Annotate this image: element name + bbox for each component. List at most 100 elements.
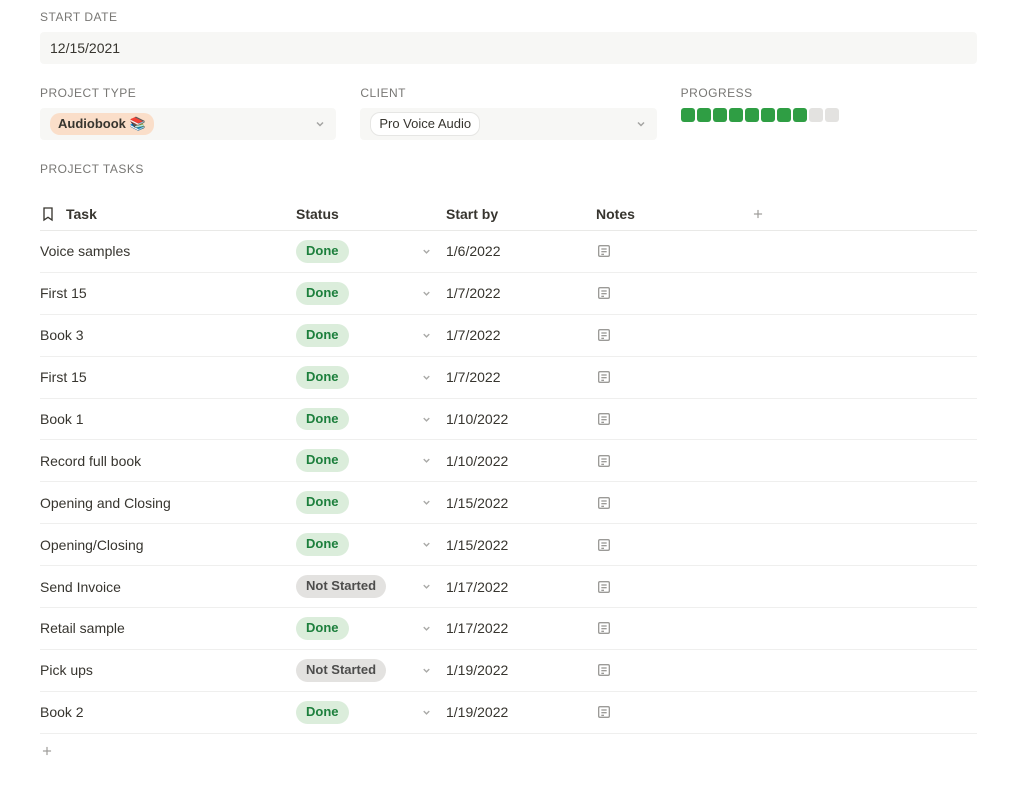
progress-cell bbox=[809, 108, 823, 122]
chevron-down-icon[interactable] bbox=[421, 288, 432, 299]
start-by-value: 1/15/2022 bbox=[446, 495, 508, 511]
progress-cell bbox=[793, 108, 807, 122]
table-row[interactable]: First 15 Done 1/7/2022 bbox=[40, 273, 977, 315]
progress-cell bbox=[681, 108, 695, 122]
task-name: First 15 bbox=[40, 285, 87, 301]
client-label: CLIENT bbox=[360, 86, 656, 100]
note-icon[interactable] bbox=[596, 537, 612, 553]
note-icon[interactable] bbox=[596, 579, 612, 595]
start-by-value: 1/19/2022 bbox=[446, 662, 508, 678]
table-row[interactable]: Voice samples Done 1/6/2022 bbox=[40, 231, 977, 273]
chevron-down-icon[interactable] bbox=[421, 372, 432, 383]
status-badge[interactable]: Done bbox=[296, 324, 349, 347]
status-badge[interactable]: Done bbox=[296, 366, 349, 389]
chevron-down-icon[interactable] bbox=[421, 455, 432, 466]
progress-cell bbox=[745, 108, 759, 122]
status-badge[interactable]: Done bbox=[296, 701, 349, 724]
progress-cell bbox=[777, 108, 791, 122]
task-name: Pick ups bbox=[40, 662, 93, 678]
start-by-value: 1/10/2022 bbox=[446, 453, 508, 469]
progress-bar bbox=[681, 108, 977, 122]
bookmark-icon bbox=[40, 206, 56, 222]
client-value: Pro Voice Audio bbox=[370, 112, 480, 136]
add-row-button[interactable] bbox=[40, 734, 977, 761]
chevron-down-icon[interactable] bbox=[421, 707, 432, 718]
task-name: Opening and Closing bbox=[40, 495, 171, 511]
chevron-down-icon[interactable] bbox=[421, 581, 432, 592]
note-icon[interactable] bbox=[596, 704, 612, 720]
note-icon[interactable] bbox=[596, 327, 612, 343]
status-badge[interactable]: Done bbox=[296, 491, 349, 514]
status-badge[interactable]: Done bbox=[296, 533, 349, 556]
tasks-header: Task Status Start by Notes bbox=[40, 198, 977, 231]
books-icon: 📚 bbox=[130, 115, 146, 133]
start-by-value: 1/7/2022 bbox=[446, 369, 501, 385]
status-badge[interactable]: Not Started bbox=[296, 575, 386, 598]
task-name: Send Invoice bbox=[40, 579, 121, 595]
start-by-value: 1/10/2022 bbox=[446, 411, 508, 427]
add-column-button[interactable] bbox=[746, 207, 770, 221]
task-name: Retail sample bbox=[40, 620, 125, 636]
col-notes-header: Notes bbox=[596, 206, 635, 222]
note-icon[interactable] bbox=[596, 662, 612, 678]
chevron-down-icon bbox=[314, 118, 326, 130]
project-type-select[interactable]: Audiobook 📚 bbox=[40, 108, 336, 140]
table-row[interactable]: Book 2Done1/19/2022 bbox=[40, 692, 977, 734]
note-icon[interactable] bbox=[596, 495, 612, 511]
status-badge[interactable]: Not Started bbox=[296, 659, 386, 682]
chevron-down-icon[interactable] bbox=[421, 497, 432, 508]
progress-cell bbox=[713, 108, 727, 122]
note-icon[interactable] bbox=[596, 411, 612, 427]
task-name: Book 1 bbox=[40, 411, 84, 427]
start-by-value: 1/7/2022 bbox=[446, 327, 501, 343]
chevron-down-icon[interactable] bbox=[421, 665, 432, 676]
col-startby-header: Start by bbox=[446, 206, 498, 222]
progress-cell bbox=[697, 108, 711, 122]
table-row[interactable]: Pick ups Not Started 1/19/2022 bbox=[40, 650, 977, 692]
task-name: Voice samples bbox=[40, 243, 130, 259]
task-name: Opening/Closing bbox=[40, 537, 144, 553]
table-row[interactable]: First 15 Done 1/7/2022 bbox=[40, 357, 977, 399]
status-badge[interactable]: Done bbox=[296, 240, 349, 263]
chevron-down-icon[interactable] bbox=[421, 414, 432, 425]
task-name: First 15 bbox=[40, 369, 87, 385]
table-row[interactable]: Book 1 Done 1/10/2022 bbox=[40, 399, 977, 441]
start-by-value: 1/6/2022 bbox=[446, 243, 501, 259]
chevron-down-icon[interactable] bbox=[421, 623, 432, 634]
start-by-value: 1/17/2022 bbox=[446, 579, 508, 595]
progress-cell bbox=[729, 108, 743, 122]
start-by-value: 1/17/2022 bbox=[446, 620, 508, 636]
project-type-value: Audiobook bbox=[58, 115, 126, 133]
start-date-label: START DATE bbox=[40, 10, 977, 24]
note-icon[interactable] bbox=[596, 369, 612, 385]
chevron-down-icon[interactable] bbox=[421, 246, 432, 257]
project-tasks-label: PROJECT TASKS bbox=[40, 162, 977, 176]
status-badge[interactable]: Done bbox=[296, 449, 349, 472]
start-by-value: 1/7/2022 bbox=[446, 285, 501, 301]
start-date-input[interactable] bbox=[40, 32, 977, 64]
status-badge[interactable]: Done bbox=[296, 617, 349, 640]
note-icon[interactable] bbox=[596, 620, 612, 636]
note-icon[interactable] bbox=[596, 453, 612, 469]
progress-cell bbox=[825, 108, 839, 122]
chevron-down-icon[interactable] bbox=[421, 330, 432, 341]
note-icon[interactable] bbox=[596, 243, 612, 259]
status-badge[interactable]: Done bbox=[296, 408, 349, 431]
progress-cell bbox=[761, 108, 775, 122]
table-row[interactable]: Book 3 Done 1/7/2022 bbox=[40, 315, 977, 357]
note-icon[interactable] bbox=[596, 285, 612, 301]
task-name: Record full book bbox=[40, 453, 141, 469]
table-row[interactable]: Opening/Closing Done 1/15/2022 bbox=[40, 524, 977, 566]
chevron-down-icon[interactable] bbox=[421, 539, 432, 550]
task-name: Book 3 bbox=[40, 327, 84, 343]
col-status-header: Status bbox=[296, 206, 339, 222]
table-row[interactable]: Opening and Closing Done 1/15/2022 bbox=[40, 482, 977, 524]
table-row[interactable]: Send Invoice Not Started 1/17/2022 bbox=[40, 566, 977, 608]
client-select[interactable]: Pro Voice Audio bbox=[360, 108, 656, 140]
status-badge[interactable]: Done bbox=[296, 282, 349, 305]
table-row[interactable]: Retail sample Done 1/17/2022 bbox=[40, 608, 977, 650]
start-by-value: 1/15/2022 bbox=[446, 537, 508, 553]
col-task-header: Task bbox=[66, 206, 97, 222]
table-row[interactable]: Record full book Done 1/10/2022 bbox=[40, 440, 977, 482]
task-name: Book 2 bbox=[40, 704, 84, 720]
